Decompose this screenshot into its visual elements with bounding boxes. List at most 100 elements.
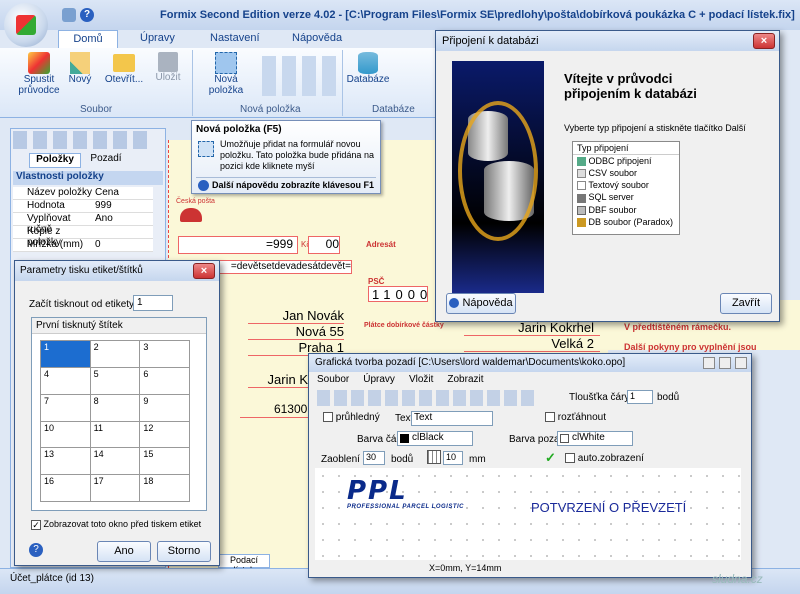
app-orb-icon[interactable] [4, 3, 48, 47]
db-help-button[interactable]: Nápověda [446, 293, 516, 314]
label-cell[interactable]: 7 [41, 394, 90, 421]
line-width-input[interactable]: 1 [627, 390, 653, 404]
label-cell[interactable]: 14 [90, 448, 140, 475]
label-cell[interactable]: 5 [90, 367, 140, 394]
maximize-icon[interactable] [719, 357, 731, 369]
label-cell[interactable]: 8 [90, 394, 140, 421]
label-cell[interactable]: 10 [41, 421, 90, 448]
db-close-button[interactable]: Zavřít [720, 293, 772, 314]
list-item[interactable]: DB soubor (Paradox) [573, 216, 679, 228]
text-input[interactable]: Text [411, 411, 493, 426]
tab-nastaveni[interactable]: Nastavení [210, 32, 260, 44]
tab-pozadi[interactable]: Pozadí [83, 153, 129, 168]
db-dialog-title: Připojení k databázi [442, 35, 539, 47]
menu-zobrazit[interactable]: Zobrazit [447, 374, 483, 385]
ok-button[interactable]: Ano [97, 541, 151, 562]
label-cell[interactable]: 3 [140, 341, 189, 367]
transparent-checkbox[interactable]: průhledný [323, 412, 380, 423]
list-item[interactable]: SQL server [573, 191, 679, 203]
line-color-select[interactable]: clBlack [397, 431, 473, 446]
street-field[interactable]: Nová 55 [248, 324, 344, 340]
list-item[interactable]: Textový soubor [573, 179, 679, 191]
label-cell[interactable]: 13 [41, 448, 90, 475]
drawing-area[interactable]: PPL PROFESSIONAL PARCEL LOGISTIC POTVRZE… [315, 468, 741, 560]
prop-value[interactable]: 0 [95, 239, 101, 251]
label-cell[interactable]: 17 [90, 475, 140, 501]
cancel-button[interactable]: Storno [157, 541, 211, 562]
autoview-checkbox[interactable]: auto.zobrazení [565, 453, 644, 464]
prop-key: Vyplňovat ručně [27, 213, 71, 235]
otevrit-button[interactable]: Otevřít... [104, 52, 144, 100]
db-wizard-image [452, 61, 544, 293]
ulozit-button[interactable]: Uložit [150, 52, 186, 100]
spustit-pruvodce-button[interactable]: Spustit průvodce [14, 52, 64, 100]
name-field[interactable]: Jan Novák [248, 308, 344, 324]
bg-color-select[interactable]: clWhite [557, 431, 633, 446]
close-icon[interactable]: × [193, 263, 215, 279]
start-spinner[interactable]: 1 [133, 295, 173, 311]
payer-name-field[interactable]: Jarin Kokrhel [464, 320, 600, 336]
label-cell[interactable]: 1 [41, 341, 90, 367]
option-label: Textový soubor [588, 180, 649, 191]
label-cell[interactable]: 6 [140, 367, 189, 394]
menu-soubor[interactable]: Soubor [317, 374, 349, 385]
label-cell[interactable]: 15 [140, 448, 189, 475]
check-icon[interactable]: ✓ [545, 450, 556, 466]
amount-small[interactable]: 00 [308, 236, 340, 254]
help-icon[interactable]: ? [29, 543, 43, 557]
prop-key: Hodnota [27, 200, 65, 211]
label-cell[interactable]: 4 [41, 367, 90, 394]
menu-vlozit[interactable]: Vložit [409, 374, 433, 385]
grid-icon[interactable] [427, 450, 441, 464]
tab-upravy[interactable]: Úpravy [140, 32, 175, 44]
rounding-input[interactable]: 30 [363, 451, 385, 465]
option-label: CSV soubor [588, 168, 638, 179]
amount-field[interactable]: =999 [178, 236, 298, 254]
list-item[interactable]: DBF soubor [573, 204, 679, 216]
label-cell[interactable]: 2 [90, 341, 140, 367]
help-icon [198, 180, 209, 191]
list-item[interactable]: ODBC připojení [573, 155, 679, 167]
prop-value[interactable]: Cena [95, 187, 119, 199]
qat-help-icon[interactable]: ? [80, 8, 94, 22]
checkbox-checked-icon [323, 412, 333, 423]
prop-value[interactable]: Ano [95, 213, 113, 225]
tab-domu[interactable]: Domů [58, 30, 118, 48]
tab-napoveda[interactable]: Nápověda [292, 32, 342, 44]
label-cell[interactable]: 11 [90, 421, 140, 448]
tab-polozky[interactable]: Položky [29, 153, 81, 168]
nova-polozka-button[interactable]: Nová položka [196, 52, 256, 100]
label-cell[interactable]: 16 [41, 475, 90, 501]
show-before-print-checkbox[interactable]: ✓ Zobrazovat toto okno před tiskem etike… [31, 519, 201, 530]
minimize-icon[interactable] [703, 357, 715, 369]
label-cell[interactable]: 18 [140, 475, 189, 501]
databaze-button[interactable]: Databáze [346, 52, 390, 100]
list-item[interactable]: CSV soubor [573, 167, 679, 179]
help-icon [449, 298, 460, 309]
db-type-list[interactable]: Typ připojení ODBC připojení CSV soubor … [572, 141, 680, 235]
label-cell[interactable]: 12 [140, 421, 189, 448]
db-instruction: Vyberte typ připojení a stiskněte tlačít… [564, 123, 746, 133]
novy-button[interactable]: Nový [66, 52, 94, 100]
line-width-label: Tloušťka čáry [569, 392, 630, 403]
grid-input[interactable]: 10 [443, 451, 463, 465]
start-label: Začít tisknout od etikety č.: [29, 299, 148, 310]
prop-key: Mřížka (mm) [27, 239, 84, 250]
csv-icon [577, 169, 586, 179]
qat-settings-icon[interactable] [62, 8, 76, 22]
prop-value[interactable]: 999 [95, 200, 112, 212]
print-dialog-title: Parametry tisku etiket/štítků [20, 265, 143, 276]
psc-field[interactable]: 11000 [368, 286, 428, 302]
drawing-toolbar[interactable] [317, 390, 537, 406]
close-icon[interactable]: × [753, 33, 775, 49]
payer-street-field[interactable]: Velká 2 [464, 336, 600, 352]
left-toolbar[interactable] [13, 131, 153, 149]
name2-field[interactable]: Jarin K [248, 372, 308, 388]
words-field[interactable]: =devětsetdevadesátdevět= [216, 260, 352, 274]
close-icon[interactable] [735, 357, 747, 369]
label-cell[interactable]: 9 [140, 394, 189, 421]
menu-upravy[interactable]: Úpravy [363, 374, 395, 385]
item-tools-grid[interactable] [262, 56, 338, 96]
rotate-checkbox[interactable]: rozťáhnout [545, 412, 606, 423]
tab-podaci-listek[interactable]: Podací lístek [218, 554, 270, 568]
